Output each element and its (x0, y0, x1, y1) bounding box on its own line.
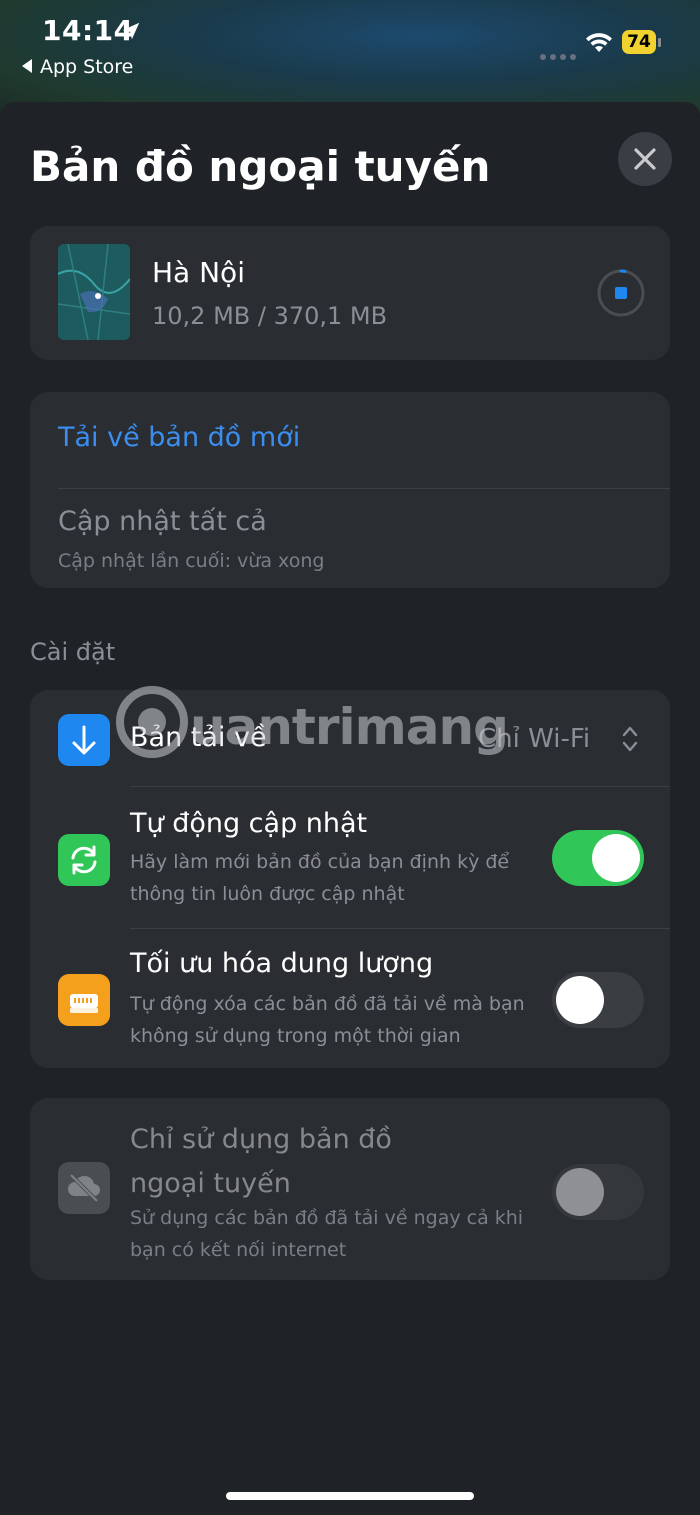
downloads-label: Bản tải về (130, 722, 267, 753)
divider (130, 786, 670, 787)
offline-only-toggle[interactable] (552, 1164, 644, 1220)
last-updated-text: Cập nhật lần cuối: vừa xong (58, 550, 325, 572)
optimize-storage-description: Tự động xóa các bản đồ đã tải về mà bạn … (130, 993, 525, 1047)
close-icon (634, 148, 656, 170)
storage-drive-icon (58, 974, 110, 1026)
battery-indicator: 74 (622, 30, 664, 56)
map-city-name: Hà Nội (152, 256, 245, 289)
divider (58, 488, 670, 489)
download-arrow-icon (58, 714, 110, 766)
optimize-storage-label: Tối ưu hóa dung lượng (130, 948, 434, 979)
wifi-icon (586, 33, 612, 52)
back-triangle-icon (22, 58, 32, 73)
refresh-icon (58, 834, 110, 886)
auto-update-description: Hãy làm mới bản đồ của bạn định kỳ để th… (130, 851, 510, 905)
chevron-up-down-icon (622, 726, 638, 752)
auto-update-label: Tự động cập nhật (130, 808, 368, 839)
offline-only-label: Chỉ sử dụng bản đồ ngoại tuyến (130, 1124, 392, 1199)
location-arrow-icon (122, 22, 140, 40)
signal-dots (540, 45, 580, 60)
cloud-off-icon (58, 1162, 110, 1214)
close-button[interactable] (618, 132, 672, 186)
divider (130, 928, 670, 929)
settings-card: Bản tải về Chỉ Wi-Fi Tự động cập nhật Hã… (30, 690, 670, 1068)
map-actions-card: Tải về bản đồ mới Cập nhật tất cả Cập nh… (30, 392, 670, 588)
page-title: Bản đồ ngoại tuyến (30, 142, 491, 191)
stop-download-icon[interactable] (596, 268, 646, 318)
auto-update-toggle[interactable] (552, 830, 644, 886)
battery-level: 74 (622, 30, 656, 54)
optimize-storage-toggle[interactable] (552, 972, 644, 1028)
map-download-size: 10,2 MB / 370,1 MB (152, 302, 388, 330)
back-app-label: App Store (40, 56, 134, 78)
offline-only-description: Sử dụng các bản đồ đã tải về ngay cả khi… (130, 1207, 524, 1261)
map-thumbnail (58, 244, 130, 340)
back-to-app-store[interactable]: App Store (22, 56, 133, 78)
downloads-value[interactable]: Chỉ Wi-Fi (478, 724, 590, 754)
offline-only-card: Chỉ sử dụng bản đồ ngoại tuyến Sử dụng c… (30, 1098, 670, 1280)
download-new-map-link[interactable]: Tải về bản đồ mới (58, 422, 300, 453)
downloaded-map-item[interactable]: Hà Nội 10,2 MB / 370,1 MB (30, 226, 670, 360)
settings-section-title: Cài đặt (30, 638, 116, 666)
update-all-button[interactable]: Cập nhật tất cả (58, 506, 267, 537)
offline-maps-sheet: Bản đồ ngoại tuyến Hà Nội 10,2 MB / 370,… (0, 102, 700, 1515)
home-indicator[interactable] (226, 1492, 474, 1500)
status-bar: 14:14 App Store 74 (0, 0, 700, 100)
